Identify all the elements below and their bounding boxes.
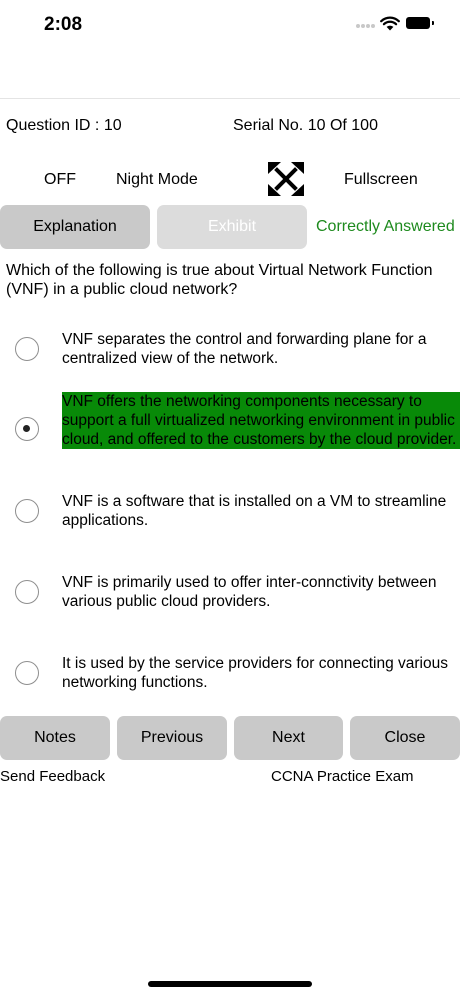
option-2[interactable]: VNF offers the networking components nec…	[0, 392, 460, 466]
header-divider	[0, 98, 460, 99]
wifi-icon	[380, 16, 400, 31]
radio-button[interactable]	[15, 337, 39, 361]
option-text: VNF is primarily used to offer inter-con…	[62, 574, 437, 610]
notes-button[interactable]: Notes	[0, 716, 110, 760]
option-text: It is used by the service providers for …	[62, 655, 448, 691]
answer-status: Correctly Answered	[316, 218, 455, 235]
question-text: Which of the following is true about Vir…	[6, 262, 433, 298]
exhibit-button[interactable]: Exhibit	[157, 205, 307, 249]
app-name-link[interactable]: CCNA Practice Exam	[271, 768, 414, 785]
radio-button[interactable]	[15, 499, 39, 523]
fullscreen-label[interactable]: Fullscreen	[344, 171, 418, 189]
status-bar: 2:08	[0, 0, 460, 50]
serial-number: Serial No. 10 Of 100	[233, 117, 378, 134]
question-id: Question ID : 10	[6, 117, 122, 134]
option-1[interactable]: VNF separates the control and forwarding…	[0, 329, 460, 369]
next-button[interactable]: Next	[234, 716, 343, 760]
radio-button[interactable]	[15, 580, 39, 604]
option-text-correct: VNF offers the networking components nec…	[62, 392, 460, 449]
status-time: 2:08	[44, 14, 83, 35]
option-4[interactable]: VNF is primarily used to offer inter-con…	[0, 572, 460, 612]
previous-button[interactable]: Previous	[117, 716, 227, 760]
option-text: VNF separates the control and forwarding…	[62, 331, 427, 367]
night-mode-label: Night Mode	[116, 171, 198, 188]
explanation-button[interactable]: Explanation	[0, 205, 150, 249]
battery-icon	[406, 17, 434, 29]
send-feedback-link[interactable]: Send Feedback	[0, 768, 105, 785]
close-button[interactable]: Close	[350, 716, 460, 760]
home-indicator[interactable]	[148, 981, 312, 987]
radio-dot-icon	[23, 425, 30, 432]
cellular-signal-icon	[356, 24, 376, 30]
night-mode-toggle[interactable]: OFF	[44, 171, 76, 189]
radio-button[interactable]	[15, 661, 39, 685]
fullscreen-icon[interactable]	[268, 162, 304, 196]
option-5[interactable]: It is used by the service providers for …	[0, 653, 460, 693]
option-3[interactable]: VNF is a software that is installed on a…	[0, 491, 460, 531]
radio-button-selected[interactable]	[15, 417, 39, 441]
option-text: VNF is a software that is installed on a…	[62, 493, 447, 529]
